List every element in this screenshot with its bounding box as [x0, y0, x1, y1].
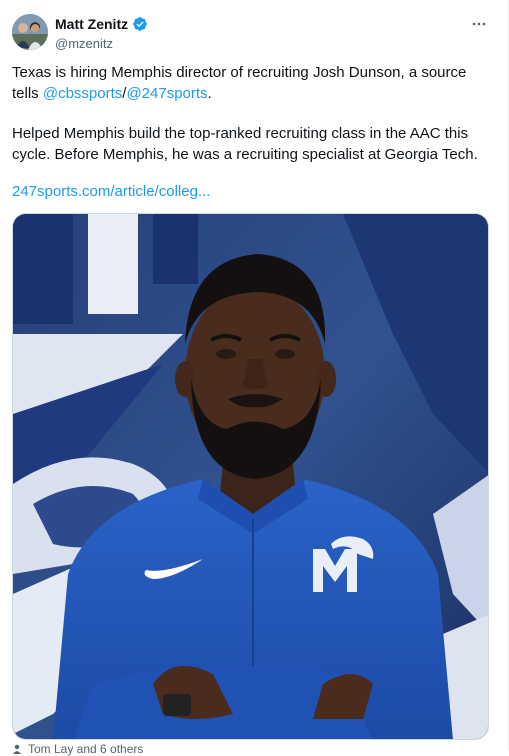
- tweet-paragraph-2: Helped Memphis build the top-ranked recr…: [12, 125, 478, 163]
- tweet-header: Matt Zenitz @mzenitz: [12, 12, 492, 52]
- author-names: Matt Zenitz @mzenitz: [55, 15, 148, 51]
- tweet-card[interactable]: Matt Zenitz @mzenitz Texas is hiring Mem…: [0, 0, 509, 756]
- verified-badge-icon: [133, 17, 147, 31]
- tagged-people-text: Tom Lay and 6 others: [28, 742, 144, 756]
- tweet-text-period: .: [207, 85, 212, 102]
- tweet-text: Texas is hiring Memphis director of recr…: [12, 62, 492, 165]
- tagged-people[interactable]: Tom Lay and 6 others: [12, 742, 143, 756]
- tweet-link-line: 247sports.com/article/colleg...: [12, 181, 210, 202]
- avatar[interactable]: [12, 14, 48, 50]
- avatar-image: [12, 14, 48, 50]
- tweet-paragraph-1: Texas is hiring Memphis director of recr…: [12, 62, 492, 104]
- author-display-name[interactable]: Matt Zenitz: [55, 16, 128, 32]
- tweet-photo[interactable]: [12, 213, 489, 740]
- more-options-icon[interactable]: [468, 16, 490, 32]
- person-icon: [13, 744, 21, 754]
- photo-icon: [13, 214, 488, 739]
- mention-247sports[interactable]: @247sports: [126, 85, 207, 102]
- author-handle[interactable]: @mzenitz: [55, 36, 148, 51]
- mention-cbssports[interactable]: @cbssports: [43, 85, 122, 102]
- article-link[interactable]: 247sports.com/article/colleg...: [12, 183, 210, 200]
